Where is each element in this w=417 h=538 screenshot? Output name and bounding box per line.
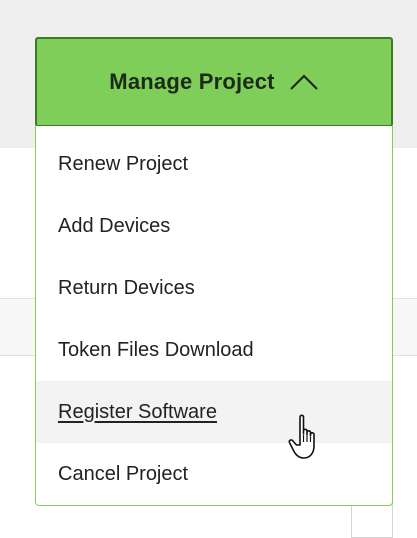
background-table-row-left (0, 298, 36, 356)
menu-item-label: Register Software (58, 400, 217, 423)
menu-item-label: Cancel Project (58, 462, 189, 485)
menu-item-token-files-download[interactable]: Token Files Download (36, 319, 392, 381)
menu-item-renew-project[interactable]: Renew Project (36, 133, 392, 195)
background-table-row-right (392, 298, 417, 356)
menu-item-label: Add Devices (58, 214, 171, 237)
menu-item-return-devices[interactable]: Return Devices (36, 257, 392, 319)
menu-item-label: Return Devices (58, 276, 195, 299)
menu-item-label: Renew Project (58, 152, 189, 175)
manage-project-button[interactable]: Manage Project (35, 37, 393, 127)
menu-item-register-software[interactable]: Register Software (36, 381, 392, 443)
manage-project-label: Manage Project (109, 69, 275, 94)
menu-item-cancel-project[interactable]: Cancel Project (36, 443, 392, 505)
menu-item-label: Token Files Download (58, 338, 254, 361)
menu-item-add-devices[interactable]: Add Devices (36, 195, 392, 257)
chevron-up-icon (289, 74, 318, 90)
manage-project-dropdown-menu: Renew Project Add Devices Return Devices… (35, 126, 393, 506)
